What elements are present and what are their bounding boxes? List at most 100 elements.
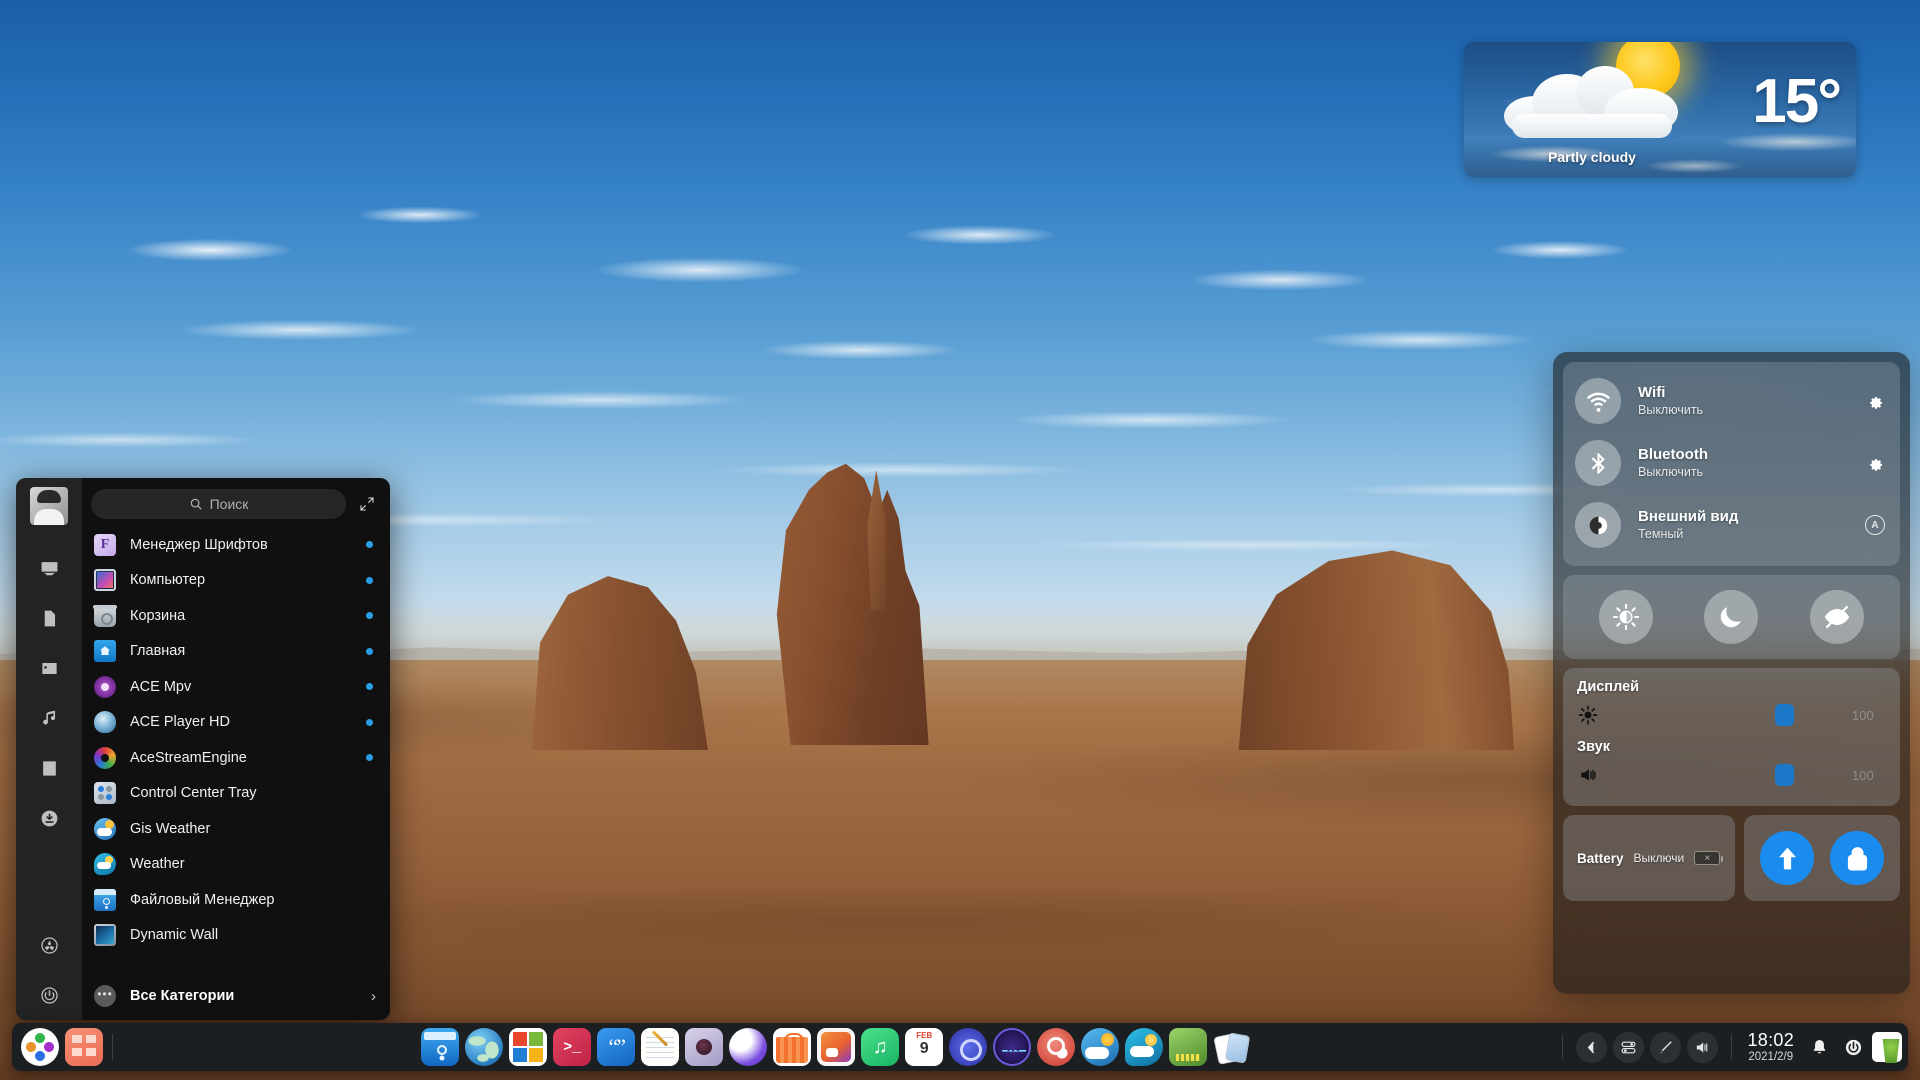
app-list[interactable]: Менеджер Шрифтов Компьютер Корзина Главн…	[82, 527, 390, 976]
taskbar-right-icons	[1800, 1032, 1903, 1062]
toggle-text-appearance: Внешний вид Темный	[1638, 507, 1862, 543]
app-label: Корзина	[130, 607, 186, 624]
app-label: ACE Mpv	[130, 678, 192, 695]
sidebar-item-computer[interactable]	[34, 553, 64, 583]
list-item[interactable]: Gis Weather	[88, 811, 384, 847]
volume-icon[interactable]	[1687, 1031, 1719, 1063]
volume-slider[interactable]: 100	[1577, 758, 1886, 792]
toggle-title: Bluetooth	[1638, 446, 1708, 463]
mpv-icon	[94, 675, 116, 698]
volume-knob[interactable]	[1775, 764, 1794, 786]
taskbar[interactable]: 18:02 2021/2/9	[12, 1023, 1908, 1071]
list-item[interactable]: Control Center Tray	[88, 776, 384, 812]
system-settings-button[interactable]	[949, 1028, 988, 1066]
new-badge-dot	[366, 754, 373, 762]
office-suite-button[interactable]	[509, 1028, 548, 1066]
volume-track[interactable]	[1609, 764, 1842, 786]
terminal-button[interactable]	[553, 1028, 592, 1066]
pen-icon[interactable]	[1650, 1031, 1682, 1063]
weather-condition: Partly cloudy	[1548, 149, 1636, 165]
sidebar-item-downloads[interactable]	[34, 803, 64, 833]
list-item[interactable]: Менеджер Шрифтов	[88, 527, 384, 563]
battery-card[interactable]: Battery Выключи ×	[1563, 815, 1735, 901]
computer-icon	[94, 569, 116, 592]
sidebar-item-power[interactable]	[34, 980, 64, 1010]
dynamic-wall-icon	[94, 924, 116, 947]
toggle-row-wifi[interactable]: Wifi Выключить	[1575, 370, 1888, 432]
money-manager-button[interactable]	[1169, 1028, 1208, 1066]
toggle-row-bluetooth[interactable]: Bluetooth Выключить	[1575, 432, 1888, 494]
brightness-knob[interactable]	[1775, 704, 1794, 726]
file-manager-button[interactable]	[421, 1028, 460, 1066]
expand-icon[interactable]	[354, 491, 380, 517]
app-label: AceStreamEngine	[130, 749, 247, 766]
ellipsis-icon: •••	[94, 985, 116, 1007]
display-brightness-slider[interactable]: 100	[1577, 698, 1886, 732]
list-item[interactable]: ACE Mpv	[88, 669, 384, 705]
camera-app-button[interactable]	[685, 1028, 724, 1066]
gear-icon[interactable]	[1862, 450, 1888, 476]
list-item[interactable]: Главная	[88, 634, 384, 670]
sun-moon-icon[interactable]	[1598, 590, 1653, 644]
list-item[interactable]: AceStreamEngine	[88, 740, 384, 776]
calendar-button[interactable]	[905, 1028, 944, 1066]
app-store-button[interactable]	[773, 1028, 812, 1066]
sidebar-item-pictures[interactable]	[34, 653, 64, 683]
system-monitor-button[interactable]	[993, 1028, 1032, 1066]
tea-cup-icon[interactable]	[1872, 1032, 1903, 1062]
appearance-icon	[1575, 502, 1621, 548]
moon-icon[interactable]	[1704, 590, 1759, 644]
software-center-button[interactable]	[817, 1028, 856, 1066]
weather-app-button[interactable]	[1125, 1028, 1164, 1066]
list-item[interactable]: Компьютер	[88, 563, 384, 599]
auto-mode-badge[interactable]: A	[1862, 512, 1888, 538]
volume-icon	[1577, 764, 1599, 786]
wave-app-button[interactable]	[729, 1028, 768, 1066]
bell-icon[interactable]	[1804, 1032, 1834, 1062]
show-applications-button[interactable]	[65, 1028, 103, 1066]
search-input[interactable]: Поиск	[91, 489, 346, 519]
search-app-button[interactable]	[1037, 1028, 1076, 1066]
avatar[interactable]	[30, 487, 68, 525]
eye-slash-icon[interactable]	[1810, 590, 1865, 644]
system-tray	[1553, 1031, 1741, 1063]
clock[interactable]: 18:02 2021/2/9	[1741, 1030, 1800, 1064]
chevron-right-icon: ›	[371, 987, 376, 1005]
control-center-panel[interactable]: Wifi Выключить Bluetooth Выключить Внешн…	[1553, 352, 1910, 994]
text-editor-button[interactable]	[641, 1028, 680, 1066]
music-player-button[interactable]	[861, 1028, 900, 1066]
auto-badge-label: A	[1865, 515, 1885, 535]
notes-app-button[interactable]	[597, 1028, 636, 1066]
lock-button[interactable]	[1830, 831, 1884, 885]
toggle-text-bluetooth: Bluetooth Выключить	[1638, 445, 1862, 481]
gis-weather-button[interactable]	[1081, 1028, 1120, 1066]
brightness-track[interactable]	[1609, 704, 1842, 726]
upload-button[interactable]	[1760, 831, 1814, 885]
trash-icon	[93, 604, 117, 627]
list-item[interactable]: Корзина	[88, 598, 384, 634]
list-item[interactable]: Dynamic Wall	[88, 918, 384, 954]
sidebar-item-documents[interactable]	[34, 603, 64, 633]
app-launcher-button[interactable]	[21, 1028, 59, 1066]
sidebar-item-settings[interactable]	[34, 930, 64, 960]
power-icon[interactable]	[1838, 1032, 1868, 1062]
list-item[interactable]: Файловый Менеджер	[88, 882, 384, 918]
solitaire-button[interactable]	[1213, 1028, 1251, 1066]
web-browser-button[interactable]	[465, 1028, 504, 1066]
battery-label: Battery	[1577, 850, 1624, 866]
sidebar-item-music[interactable]	[34, 703, 64, 733]
start-menu-topbar: Поиск	[82, 478, 390, 527]
weather-widget[interactable]: 15° Partly cloudy	[1464, 42, 1856, 177]
all-categories-button[interactable]: ••• Все Категории ›	[88, 978, 384, 1014]
chevron-left-icon[interactable]	[1576, 1031, 1608, 1063]
sidebar-item-videos[interactable]	[34, 753, 64, 783]
list-item[interactable]: Weather	[88, 847, 384, 883]
start-menu[interactable]: Поиск Менеджер Шрифтов Компьютер Корзина	[16, 478, 390, 1020]
gear-icon[interactable]	[1862, 388, 1888, 414]
app-label: Компьютер	[130, 572, 206, 589]
toggle-row-appearance[interactable]: Внешний вид Темный A	[1575, 494, 1888, 556]
cloud-icon	[1504, 64, 1679, 138]
list-item[interactable]: ACE Player HD	[88, 705, 384, 741]
font-manager-icon	[94, 533, 116, 556]
sliders-icon[interactable]	[1613, 1031, 1645, 1063]
